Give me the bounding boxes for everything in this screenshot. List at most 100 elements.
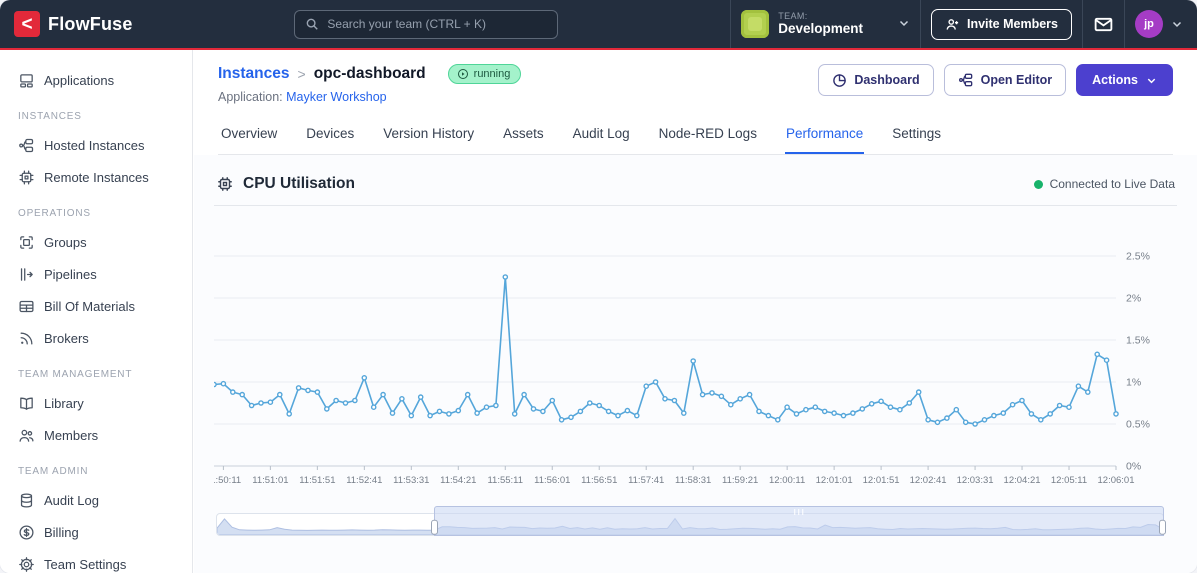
billing-icon bbox=[18, 524, 35, 541]
live-status-label: Connected to Live Data bbox=[1049, 177, 1175, 191]
brush-handle-right[interactable] bbox=[1159, 519, 1166, 535]
node-red-flow-icon bbox=[958, 72, 974, 88]
main-content: Instances > opc-dashboard running Applic… bbox=[194, 50, 1197, 573]
flowfuse-logo-icon: < bbox=[14, 11, 40, 37]
nav-divider bbox=[1082, 0, 1083, 48]
svg-text:2.5%: 2.5% bbox=[1126, 251, 1150, 263]
brush-handle-left[interactable] bbox=[430, 519, 438, 535]
tab-settings[interactable]: Settings bbox=[891, 118, 942, 154]
chevron-down-icon bbox=[898, 17, 910, 32]
page-header: Instances > opc-dashboard running Applic… bbox=[194, 50, 1197, 155]
bill-of-materials-icon bbox=[18, 298, 35, 315]
team-name: Development bbox=[778, 21, 863, 37]
breadcrumb-instances-link[interactable]: Instances bbox=[218, 65, 290, 83]
tab-devices[interactable]: Devices bbox=[305, 118, 355, 154]
sidebar-item-label: Applications bbox=[44, 73, 115, 88]
nav-divider bbox=[730, 0, 732, 48]
sidebar-item-remote-instances[interactable]: Remote Instances bbox=[16, 163, 182, 192]
sidebar-item-bill-of-materials[interactable]: Bill Of Materials bbox=[16, 292, 182, 321]
svg-text:11:57:41: 11:57:41 bbox=[628, 475, 664, 486]
members-icon bbox=[18, 427, 35, 444]
chevron-down-icon bbox=[1171, 18, 1183, 30]
sidebar-item-members[interactable]: Members bbox=[16, 421, 182, 450]
svg-text:2%: 2% bbox=[1126, 293, 1141, 305]
mail-icon bbox=[1093, 14, 1114, 35]
breadcrumb: Instances > opc-dashboard running bbox=[218, 64, 522, 84]
open-editor-label: Open Editor bbox=[980, 73, 1053, 87]
svg-text:11:51:51: 11:51:51 bbox=[299, 475, 335, 486]
sidebar-item-team-settings[interactable]: Team Settings bbox=[16, 550, 182, 573]
tab-version-history[interactable]: Version History bbox=[382, 118, 475, 154]
svg-text:1.5%: 1.5% bbox=[1126, 335, 1150, 347]
dashboard-button[interactable]: Dashboard bbox=[818, 64, 934, 96]
applications-icon bbox=[18, 72, 35, 89]
sidebar-item-label: Groups bbox=[44, 235, 87, 250]
remote-instances-icon bbox=[18, 169, 35, 186]
svg-text:11:56:01: 11:56:01 bbox=[534, 475, 570, 486]
search-input[interactable] bbox=[327, 17, 548, 31]
tab-performance[interactable]: Performance bbox=[784, 118, 865, 154]
tab-audit-log[interactable]: Audit Log bbox=[572, 118, 631, 154]
performance-panel: CPU Utilisation Connected to Live Data 0… bbox=[194, 155, 1197, 536]
svg-text:1%: 1% bbox=[1126, 377, 1141, 389]
status-badge: running bbox=[447, 64, 522, 84]
sidebar: Applications INSTANCES Hosted Instances Rem… bbox=[0, 50, 193, 573]
flowfuse-logo[interactable]: < FlowFuse bbox=[14, 11, 133, 37]
nav-divider bbox=[919, 0, 921, 48]
svg-text:11:54:21: 11:54:21 bbox=[440, 475, 476, 486]
cpu-line-chart: 0% 0.5% 1% 1.5% 2% 2.5% 11:50:11 11:51:01 11:51:… bbox=[206, 251, 1150, 487]
tab-overview[interactable]: Overview bbox=[220, 118, 278, 154]
cpu-chart: 0% 0.5% 1% 1.5% 2% 2.5% 11:50:11 11:51:01 11:51:… bbox=[206, 216, 1177, 497]
sidebar-item-label: Billing bbox=[44, 525, 79, 540]
sidebar-section-operations: OPERATIONS bbox=[18, 208, 91, 219]
sidebar-item-label: Hosted Instances bbox=[44, 138, 145, 153]
notifications-button[interactable] bbox=[1093, 14, 1114, 35]
svg-text:11:52:41: 11:52:41 bbox=[346, 475, 382, 486]
team-label: TEAM: bbox=[778, 11, 808, 22]
groups-icon bbox=[18, 234, 35, 251]
sidebar-item-applications[interactable]: Applications bbox=[16, 66, 182, 95]
tab-assets[interactable]: Assets bbox=[502, 118, 545, 154]
svg-text:12:04:21: 12:04:21 bbox=[1004, 475, 1041, 486]
live-status: Connected to Live Data bbox=[1033, 177, 1175, 191]
brush-grip-icon[interactable] bbox=[794, 509, 804, 515]
svg-text:11:56:51: 11:56:51 bbox=[581, 475, 617, 486]
sidebar-item-label: Remote Instances bbox=[44, 170, 149, 185]
sidebar-item-hosted-instances[interactable]: Hosted Instances bbox=[16, 131, 182, 160]
sidebar-item-audit-log[interactable]: Audit Log bbox=[16, 486, 182, 515]
sidebar-item-brokers[interactable]: Brokers bbox=[16, 324, 182, 353]
dashboard-label: Dashboard bbox=[854, 73, 920, 87]
tab-node-red-logs[interactable]: Node-RED Logs bbox=[658, 118, 758, 154]
svg-text:0.5%: 0.5% bbox=[1126, 419, 1150, 431]
audit-log-icon bbox=[18, 492, 35, 509]
pie-chart-icon bbox=[832, 73, 847, 88]
invite-members-button[interactable]: Invite Members bbox=[930, 8, 1072, 40]
sidebar-item-label: Audit Log bbox=[44, 493, 99, 508]
svg-text:11:53:31: 11:53:31 bbox=[393, 475, 429, 486]
app-window: < FlowFuse TEAM: Development bbox=[0, 0, 1197, 573]
svg-text:11:51:01: 11:51:01 bbox=[252, 475, 288, 486]
sidebar-item-billing[interactable]: Billing bbox=[16, 518, 182, 547]
open-editor-button[interactable]: Open Editor bbox=[943, 64, 1067, 96]
team-switcher[interactable]: TEAM: Development bbox=[741, 10, 910, 38]
sidebar-item-groups[interactable]: Groups bbox=[16, 228, 182, 257]
sidebar-section-instances: INSTANCES bbox=[18, 111, 82, 122]
hosted-instances-icon bbox=[18, 137, 35, 154]
svg-text:11:50:11: 11:50:11 bbox=[214, 475, 241, 486]
svg-text:11:58:31: 11:58:31 bbox=[675, 475, 711, 486]
instance-tabs: Overview Devices Version History Assets Audi… bbox=[218, 118, 1173, 155]
svg-text:12:01:51: 12:01:51 bbox=[863, 475, 900, 486]
svg-text:12:06:01: 12:06:01 bbox=[1098, 475, 1135, 486]
team-search[interactable] bbox=[294, 9, 559, 39]
user-menu[interactable]: jp bbox=[1135, 10, 1183, 38]
team-avatar bbox=[741, 10, 770, 38]
brush-selection[interactable] bbox=[433, 506, 1164, 536]
application-label: Application: bbox=[218, 90, 283, 104]
sidebar-item-library[interactable]: Library bbox=[16, 389, 182, 418]
actions-button[interactable]: Actions bbox=[1076, 64, 1173, 96]
brand-name: FlowFuse bbox=[48, 13, 133, 34]
sidebar-item-pipelines[interactable]: Pipelines bbox=[16, 260, 182, 289]
play-circle-icon bbox=[457, 68, 469, 80]
application-link[interactable]: Mayker Workshop bbox=[286, 90, 387, 104]
instance-name: opc-dashboard bbox=[313, 65, 426, 82]
